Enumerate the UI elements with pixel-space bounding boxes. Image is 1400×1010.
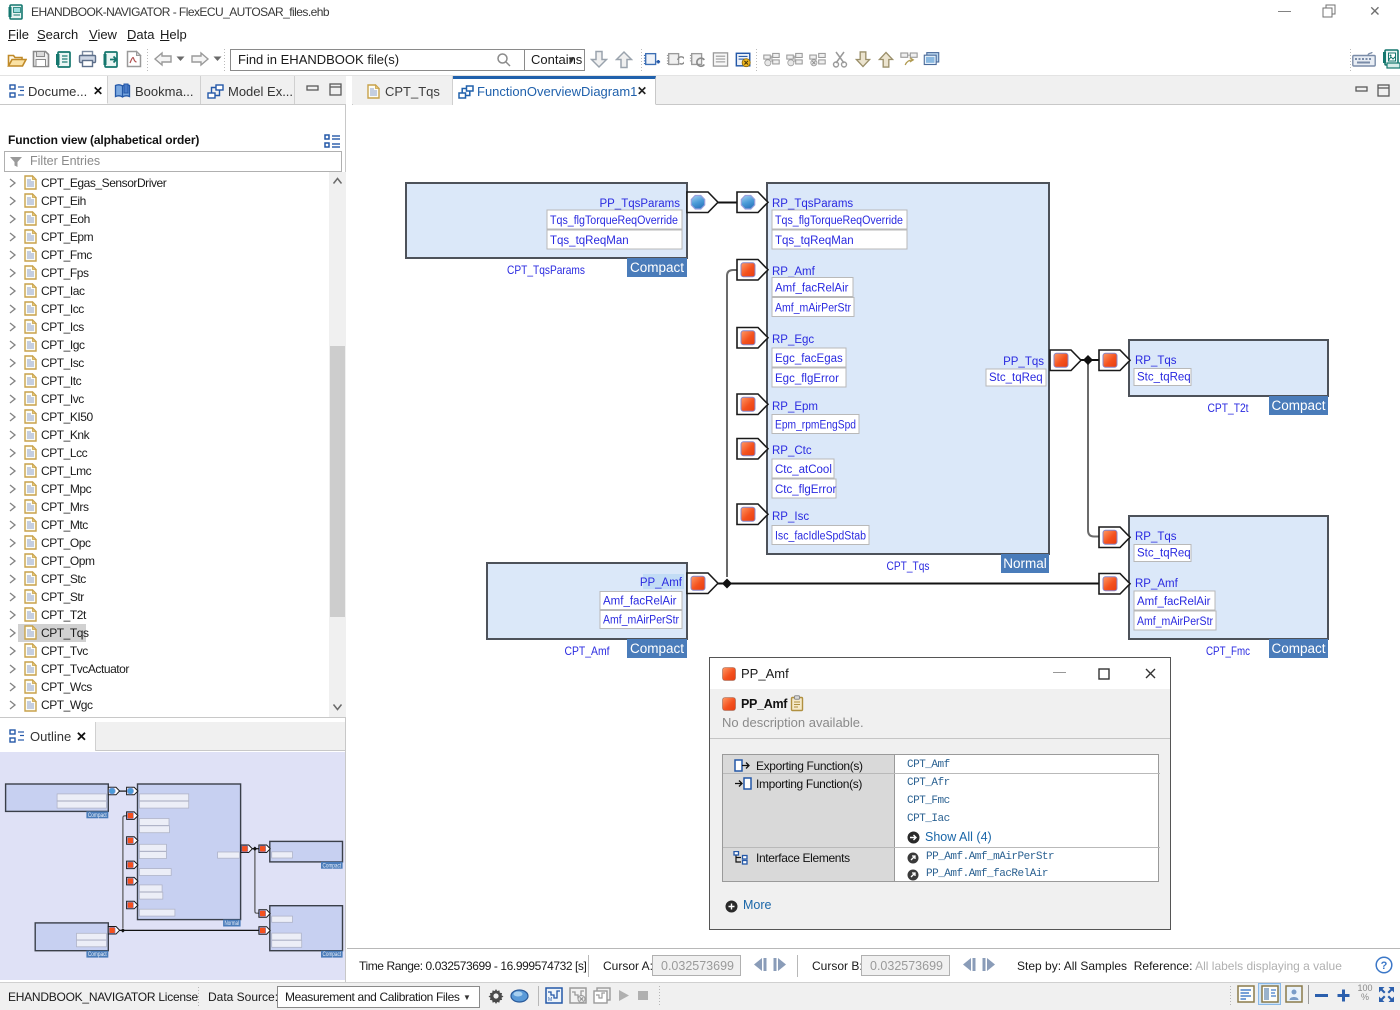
svg-text:Ctc_atCool: Ctc_atCool [775,464,832,476]
svg-text:Normal: Normal [225,921,240,927]
svg-text:Stc_tqReq: Stc_tqReq [1137,372,1191,384]
svg-text:Compact: Compact [630,641,684,656]
svg-text:Epm_rpmEngSpd: Epm_rpmEngSpd [775,420,856,432]
svg-text:Amf_facRelAir: Amf_facRelAir [1137,596,1211,608]
svg-text:Tqs_tqReqMan: Tqs_tqReqMan [775,235,854,247]
svg-text:Compact: Compact [1271,398,1325,413]
svg-text:Stc_tqReq: Stc_tqReq [1137,548,1191,560]
svg-text:Isc_facIdleSpdStab: Isc_facIdleSpdStab [775,531,866,543]
svg-text:Egc_facEgas: Egc_facEgas [775,353,843,365]
svg-text:PP_Tqs: PP_Tqs [1003,356,1044,368]
svg-text:Amf_mAirPerStr: Amf_mAirPerStr [1137,616,1213,628]
svg-text:CPT_Fmc: CPT_Fmc [1206,644,1250,658]
svg-text:Amf_mAirPerStr: Amf_mAirPerStr [775,303,851,315]
svg-text:CPT_TqsParams: CPT_TqsParams [507,263,585,277]
svg-text:Normal: Normal [1003,556,1047,571]
svg-text:Tqs_flgTorqueReqOverride: Tqs_flgTorqueReqOverride [550,215,678,227]
svg-text:Compact: Compact [630,260,684,275]
svg-text:M: M [548,997,552,1003]
svg-text:RP_Amf: RP_Amf [1135,578,1179,590]
svg-text:Ctc_flgError: Ctc_flgError [775,484,837,496]
svg-text:CPT_Tqs: CPT_Tqs [887,559,930,573]
svg-text:Amf_mAirPerStr: Amf_mAirPerStr [603,615,679,627]
svg-text:RP_Isc: RP_Isc [772,511,809,523]
svg-text:PP_TqsParams: PP_TqsParams [599,198,680,210]
svg-text:Stc_tqReq: Stc_tqReq [989,372,1043,384]
svg-text:RP_TqsParams: RP_TqsParams [772,198,853,210]
svg-text:RP_Tqs: RP_Tqs [1135,531,1177,543]
svg-text:PP_Amf: PP_Amf [640,577,683,589]
svg-text:RP_Amf: RP_Amf [772,266,816,278]
svg-text:Tqs_flgTorqueReqOverride: Tqs_flgTorqueReqOverride [775,215,903,227]
svg-text:Amf_facRelAir: Amf_facRelAir [603,596,677,608]
svg-text:Compact: Compact [88,813,107,819]
svg-text:Compact: Compact [88,952,107,958]
svg-text:Tqs_tqReqMan: Tqs_tqReqMan [550,235,629,247]
svg-text:RP_Epm: RP_Epm [772,401,818,413]
svg-text:?: ? [1381,960,1388,972]
svg-text:RP_Tqs: RP_Tqs [1135,355,1177,367]
svg-text:CPT_T2t: CPT_T2t [1208,401,1250,415]
svg-text:Amf_facRelAir: Amf_facRelAir [775,283,849,295]
svg-text:Compact: Compact [323,863,342,869]
svg-text:Compact: Compact [1271,641,1325,656]
svg-text:RP_Ctc: RP_Ctc [772,445,812,457]
svg-text:CPT_Amf: CPT_Amf [565,644,611,658]
svg-text:Compact: Compact [323,952,342,958]
svg-text:RP_Egc: RP_Egc [772,334,814,346]
svg-text:Egc_flgError: Egc_flgError [775,373,839,385]
